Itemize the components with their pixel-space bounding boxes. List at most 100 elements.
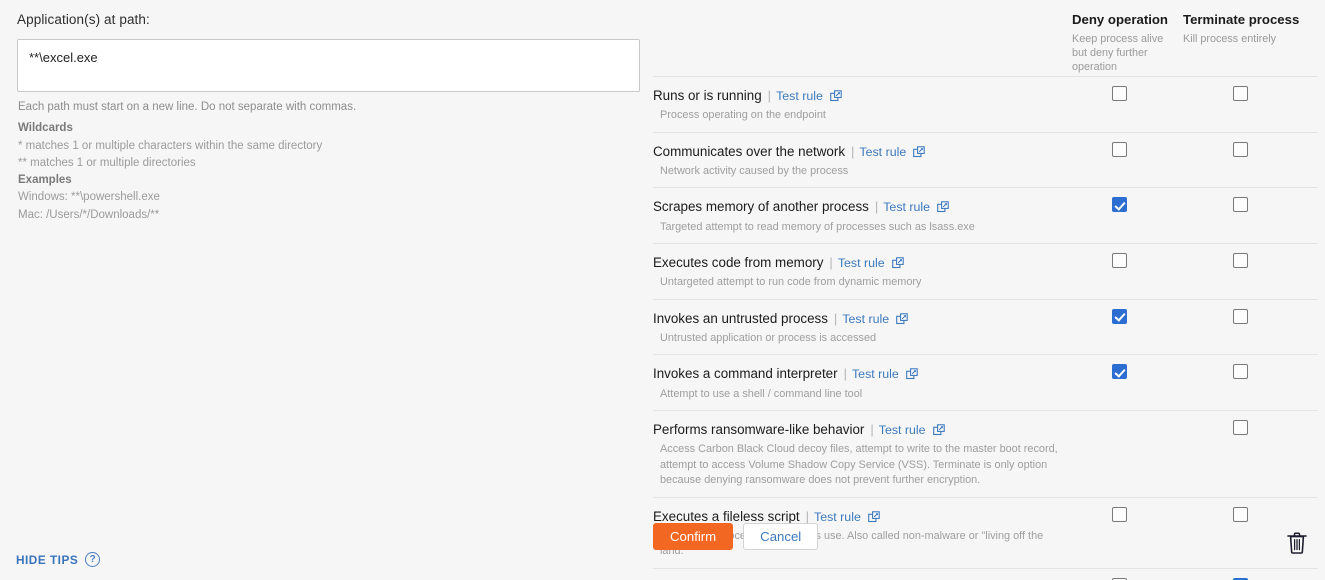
rule-separator: | (843, 366, 847, 382)
test-rule-link[interactable]: Test rule (883, 200, 930, 214)
trash-icon[interactable] (1286, 531, 1308, 555)
rule-title-line: Communicates over the network | Test rule (653, 142, 1063, 161)
rule-title-line: Invokes an untrusted process | Test rule (653, 309, 1063, 328)
rule-title: Scrapes memory of another process (653, 199, 869, 215)
terminate-process-checkbox[interactable] (1233, 141, 1248, 157)
deny-operation-subtitle: Keep process alive but deny further oper… (1072, 32, 1164, 74)
hide-tips-label: HIDE TIPS (16, 552, 79, 567)
rule-title: Executes a fileless script (653, 508, 800, 524)
deny-operation-checkbox[interactable] (1112, 506, 1127, 522)
terminate-process-checkbox-cell (1233, 364, 1251, 382)
deny-operation-checkbox-cell (1112, 141, 1130, 160)
rule-title-line: Executes code from memory | Test rule (653, 253, 1063, 272)
tips-wildcard-double: ** matches 1 or multiple directories (18, 156, 196, 169)
rule-text-block: Invokes a command interpreter | Test rule A… (653, 355, 1063, 410)
test-rule-link[interactable]: Test rule (852, 367, 899, 381)
terminate-process-title: Terminate process (1183, 12, 1300, 27)
terminate-process-checkbox-cell (1233, 506, 1251, 525)
deny-operation-checkbox[interactable] (1112, 86, 1127, 101)
terminate-process-checkbox[interactable] (1233, 197, 1248, 213)
test-rule-link[interactable]: Test rule (838, 256, 885, 270)
rules-table: Runs or is running | Test rule Process oper… (653, 76, 1318, 580)
deny-operation-checkbox-cell (1112, 86, 1130, 104)
test-rule-link[interactable]: Test rule (879, 423, 926, 437)
rule-description: Targeted attempt to read memory of proce… (660, 220, 975, 233)
rule-row: Injects code or modifies memory of anoth… (653, 567, 1318, 580)
rule-row: Executes code from memory | Test rule Untar… (653, 243, 1318, 299)
application-path-input[interactable] (17, 39, 640, 92)
terminate-process-subtitle: Kill process entirely (1183, 32, 1277, 45)
popout-window-icon[interactable] (830, 88, 842, 102)
rule-row: Communicates over the network | Test rule N… (653, 131, 1318, 188)
rule-description: Network activity caused by the process (660, 164, 849, 177)
terminate-process-checkbox-cell (1233, 253, 1251, 271)
tips-lead-text: Each path must start on a new line. Do n… (18, 101, 357, 113)
terminate-process-checkbox-cell (1233, 197, 1251, 215)
rule-title-line: Runs or is running | Test rule (653, 86, 1063, 105)
popout-window-icon[interactable] (867, 509, 880, 522)
deny-operation-checkbox[interactable] (1112, 253, 1127, 269)
rule-title: Communicates over the network (653, 143, 846, 159)
terminate-process-checkbox[interactable] (1233, 420, 1248, 436)
rule-separator: | (851, 143, 855, 159)
tips-wildcards-heading: Wildcards (18, 122, 73, 135)
popout-window-icon[interactable] (896, 311, 908, 324)
test-rule-link[interactable]: Test rule (776, 89, 823, 103)
deny-operation-checkbox[interactable] (1112, 308, 1127, 324)
permissions-rule-editor: Application(s) at path: Each path must s… (0, 0, 1325, 580)
rule-text-block: Runs or is running | Test rule Process oper… (653, 77, 1063, 132)
rule-description: Untargeted attempt to run code from dyna… (660, 276, 922, 289)
deny-operation-checkbox[interactable] (1112, 364, 1127, 380)
rule-row: Runs or is running | Test rule Process oper… (653, 76, 1318, 132)
terminate-process-checkbox-cell (1233, 141, 1251, 160)
terminate-process-checkbox[interactable] (1233, 308, 1248, 324)
rule-title: Executes code from memory (653, 255, 824, 271)
rule-title: Performs ransomware-like behavior (653, 422, 865, 438)
cancel-button[interactable]: Cancel (743, 523, 819, 550)
popout-window-icon[interactable] (891, 255, 904, 269)
popout-window-icon[interactable] (905, 366, 918, 380)
popout-window-icon[interactable] (932, 422, 945, 436)
deny-operation-checkbox-cell (1112, 197, 1130, 215)
terminate-process-checkbox-cell (1233, 420, 1251, 438)
tips-examples-heading: Examples (18, 174, 72, 186)
deny-operation-checkbox[interactable] (1112, 141, 1127, 157)
terminate-process-checkbox[interactable] (1233, 253, 1248, 269)
rule-description: Attempt to use a shell / command line to… (660, 387, 863, 400)
popout-window-icon[interactable] (913, 144, 925, 157)
column-headers: Deny operation Keep process alive but de… (645, 0, 1325, 76)
rule-description: Untrusted application or process is acce… (660, 331, 877, 344)
rule-separator: | (874, 199, 879, 215)
tips-wildcard-single: * matches 1 or multiple characters withi… (18, 139, 323, 152)
hide-tips-button[interactable]: HIDE TIPS ? (16, 552, 101, 567)
confirm-button[interactable]: Confirm (653, 523, 734, 550)
application-path-panel: Application(s) at path: Each path must s… (0, 0, 645, 580)
deny-operation-checkbox-cell (1112, 506, 1130, 525)
rule-title: Invokes an untrusted process (653, 310, 828, 326)
rule-separator: | (805, 508, 810, 524)
test-rule-link[interactable]: Test rule (842, 312, 889, 326)
rule-row: Invokes an untrusted process | Test rule Un… (653, 298, 1318, 355)
rule-text-block: Injects code or modifies memory of anoth… (653, 569, 1063, 580)
terminate-process-checkbox[interactable] (1233, 506, 1248, 522)
rule-row: Invokes a command interpreter | Test rule A… (653, 354, 1318, 410)
rule-text-block: Executes code from memory | Test rule Untar… (653, 244, 1063, 299)
rule-row: Performs ransomware-like behavior | Test r… (653, 410, 1318, 497)
tips-example-mac: Mac: /Users/*/Downloads/** (18, 208, 160, 221)
test-rule-link[interactable]: Test rule (814, 510, 861, 524)
terminate-process-checkbox[interactable] (1233, 364, 1248, 380)
operations-panel: Deny operation Keep process alive but de… (645, 0, 1325, 580)
tips-example-windows: Windows: **\powershell.exe (18, 191, 160, 204)
rule-separator: | (833, 310, 838, 326)
path-tips: Each path must start on a new line. Do n… (18, 99, 628, 224)
rule-separator: | (829, 255, 833, 271)
rule-description: Access Carbon Black Cloud decoy files, a… (660, 443, 1058, 487)
rule-separator: | (767, 88, 772, 103)
terminate-process-checkbox[interactable] (1233, 86, 1248, 101)
test-rule-link[interactable]: Test rule (859, 145, 906, 159)
popout-window-icon[interactable] (937, 199, 949, 213)
rule-title-line: Invokes a command interpreter | Test rule (653, 364, 1063, 383)
deny-operation-checkbox[interactable] (1112, 197, 1127, 213)
help-question-icon[interactable]: ? (85, 552, 101, 567)
rule-text-block: Scrapes memory of another process | Test r… (653, 188, 1063, 243)
